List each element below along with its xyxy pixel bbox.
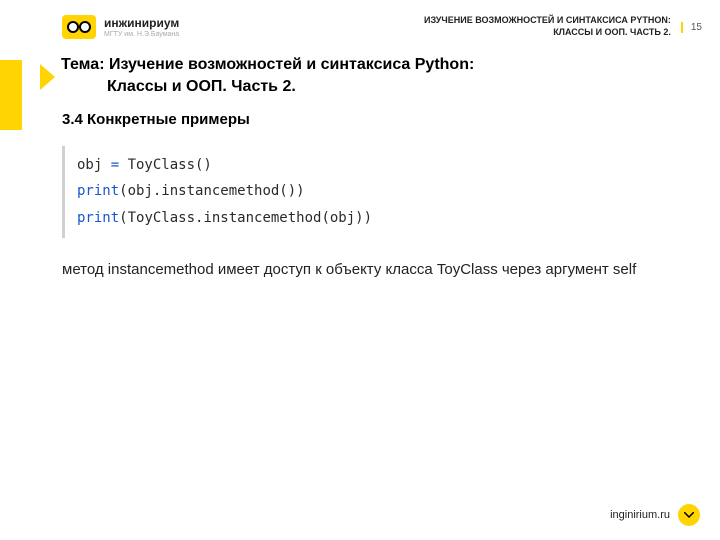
topic-row: Тема: Изучение возможностей и синтаксиса… bbox=[0, 44, 720, 99]
header-title: ИЗУЧЕНИЕ ВОЗМОЖНОСТЕЙ И СИНТАКСИСА PYTHO… bbox=[424, 15, 671, 38]
code-line-3: print(ToyClass.instancemethod(obj)) bbox=[77, 205, 720, 232]
owl-icon bbox=[62, 15, 96, 39]
body-text: метод instancemethod имеет доступ к объе… bbox=[0, 238, 720, 280]
topic-line2: Классы и ООП. Часть 2. bbox=[61, 76, 474, 98]
page-number: 15 bbox=[681, 22, 702, 33]
topic-line1: Изучение возможностей и синтаксиса Pytho… bbox=[109, 56, 474, 73]
code-block: obj = ToyClass() print(obj.instancemetho… bbox=[62, 146, 720, 238]
arrow-icon bbox=[40, 64, 55, 90]
footer: inginirium.ru bbox=[610, 504, 700, 526]
code-line-1: obj = ToyClass() bbox=[77, 152, 720, 179]
code-line-2: print(obj.instancemethod()) bbox=[77, 178, 720, 205]
topic-label: Тема: bbox=[61, 56, 105, 73]
logo-title: инжинириум bbox=[104, 17, 179, 29]
topic-text: Тема: Изучение возможностей и синтаксиса… bbox=[61, 54, 474, 99]
section-title: 3.4 Конкретные примеры bbox=[0, 99, 720, 128]
footer-link: inginirium.ru bbox=[610, 509, 670, 521]
logo: инжинириум МГТУ им. Н.Э.Баумана bbox=[62, 15, 179, 39]
side-accent-tab bbox=[0, 60, 22, 130]
chevron-down-icon bbox=[678, 504, 700, 526]
slide-header: инжинириум МГТУ им. Н.Э.Баумана ИЗУЧЕНИЕ… bbox=[0, 0, 720, 44]
logo-subtitle: МГТУ им. Н.Э.Баумана bbox=[104, 31, 179, 38]
